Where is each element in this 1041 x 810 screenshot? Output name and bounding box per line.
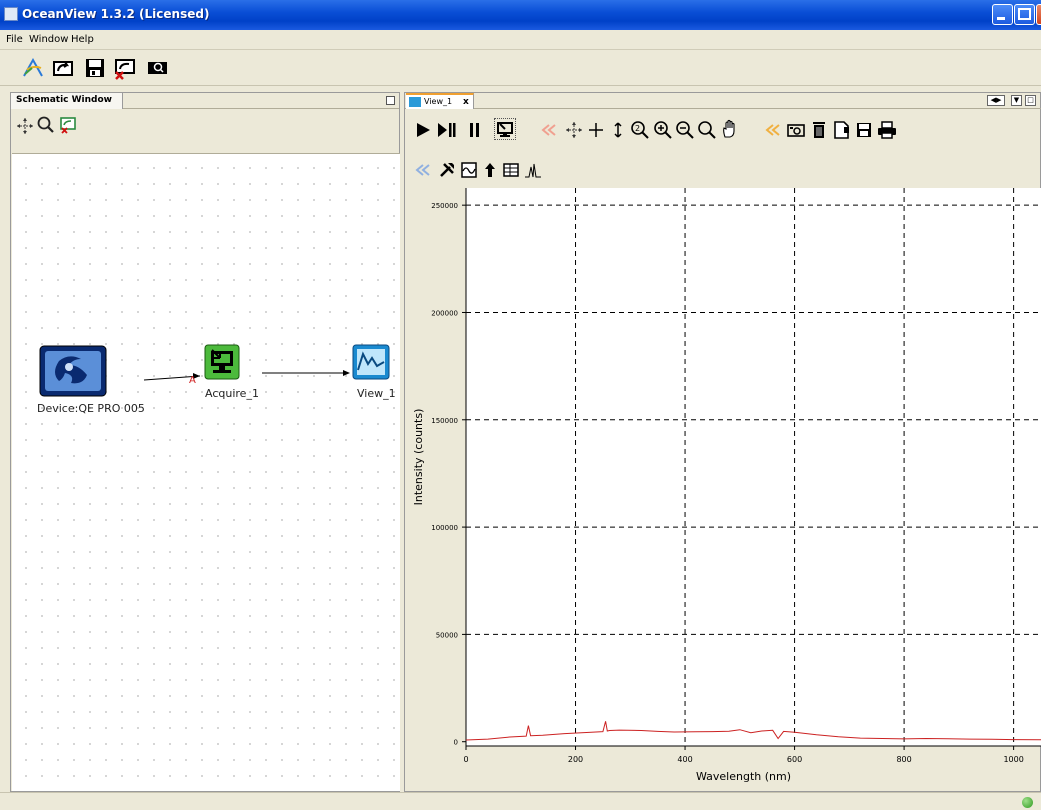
view-node[interactable] [352, 344, 390, 383]
y-tick-label: 0 [454, 739, 458, 747]
open-project-icon[interactable] [50, 55, 76, 81]
app-icon [4, 7, 18, 21]
tools-icon[interactable] [436, 159, 458, 181]
hand-pan-icon[interactable] [719, 118, 741, 140]
y-tick-label: 50000 [436, 631, 458, 639]
view-header: View_1 x ◀▶ ▼ □ [405, 93, 1041, 109]
zoom-step-icon[interactable]: 2 [629, 119, 651, 141]
x-axis-title: Wavelength (nm) [696, 770, 791, 783]
view-node-label: View_1 [357, 387, 396, 400]
tab-list-icon[interactable]: ▼ [1011, 95, 1022, 106]
menu-window[interactable]: Window [29, 34, 68, 45]
table-icon[interactable] [500, 159, 522, 181]
minimize-panel-button[interactable] [386, 96, 395, 105]
save-icon[interactable] [82, 55, 108, 81]
tab-schematic-window[interactable]: Schematic Window [11, 93, 123, 109]
zoom-out-icon[interactable] [674, 119, 696, 141]
status-bar [0, 792, 1041, 810]
y-tick-label: 100000 [431, 524, 458, 532]
plot-svg: 0 200 400 600 800 1000 0 50000 100000 150000 20000… [412, 188, 1041, 783]
collapse-left-icon[interactable] [538, 119, 560, 141]
save-graph-icon[interactable] [853, 119, 875, 141]
vertical-scale-icon[interactable] [607, 119, 629, 141]
svg-text:2: 2 [635, 124, 640, 133]
x-tick-label: 800 [896, 755, 911, 764]
plot-area [466, 188, 1041, 746]
delete-node-icon[interactable] [59, 116, 77, 137]
x-tick-label: 0 [463, 755, 468, 764]
window-title: OceanView 1.3.2 (Licensed) [22, 7, 210, 21]
device-icon [39, 345, 107, 397]
pan-icon[interactable] [585, 119, 607, 141]
x-tick-label: 600 [787, 755, 802, 764]
device-node-label: Device:QE PRO 005 [37, 402, 145, 415]
view-tab-label: View_1 [424, 97, 453, 106]
minimize-button[interactable] [992, 4, 1013, 25]
schematic-window: Schematic Window A Device:QE PRO 005 Acq… [10, 92, 400, 792]
tab-view-1[interactable]: View_1 x [406, 93, 474, 109]
x-tick-label: 200 [568, 755, 583, 764]
acquire-toggle-icon[interactable] [494, 118, 516, 140]
x-tick-label: 400 [677, 755, 692, 764]
acquire-node[interactable] [204, 344, 240, 383]
zoom-fit-icon[interactable] [696, 119, 718, 141]
zoom-icon[interactable] [37, 116, 55, 137]
schematic-header: Schematic Window [11, 93, 399, 109]
status-indicator-icon [1022, 797, 1033, 808]
print-icon[interactable] [876, 119, 898, 141]
maximize-button[interactable] [1014, 4, 1035, 25]
zoom-in-icon[interactable] [652, 119, 674, 141]
device-node[interactable] [39, 345, 107, 400]
collapse-left-blue-icon[interactable] [412, 159, 434, 181]
y-tick-label: 250000 [431, 202, 458, 210]
peak-marker-icon[interactable] [479, 159, 501, 181]
collapse-left-orange-icon[interactable] [762, 119, 784, 141]
new-project-icon[interactable] [20, 55, 46, 81]
y-axis-title: Intensity (counts) [412, 409, 425, 506]
connector-lines [143, 370, 350, 381]
acquire-node-label: Acquire_1 [205, 387, 259, 400]
menu-bar: File Window Help [0, 30, 1041, 50]
spectrum-plot[interactable]: 0 200 400 600 800 1000 0 50000 100000 150000 20000… [404, 186, 1041, 788]
y-tick-label: 200000 [431, 309, 458, 317]
close-button[interactable] [1036, 4, 1041, 25]
view-tab-icon [409, 97, 421, 107]
play-icon[interactable] [412, 119, 434, 141]
snapshot-icon[interactable] [785, 119, 807, 141]
close-tab-icon[interactable]: x [463, 97, 469, 107]
connector-label: A [189, 375, 196, 386]
y-tick-label: 150000 [431, 417, 458, 425]
trash-icon[interactable] [808, 119, 830, 141]
play-pause-icon[interactable] [436, 119, 458, 141]
acquire-icon [204, 344, 240, 380]
menu-file[interactable]: File [6, 34, 23, 45]
view-chart-icon [352, 344, 390, 380]
pause-icon[interactable] [464, 119, 486, 141]
schematic-toolbar [11, 110, 399, 150]
schematic-canvas[interactable]: A Device:QE PRO 005 Acquire_1 View_1 [12, 153, 400, 791]
spectrum-overlay-icon[interactable] [458, 159, 480, 181]
peaks-icon[interactable] [522, 159, 544, 181]
export-icon[interactable] [831, 119, 853, 141]
maximize-panel-icon[interactable]: □ [1025, 95, 1036, 106]
device-search-icon[interactable] [144, 55, 170, 81]
title-bar: OceanView 1.3.2 (Licensed) [0, 0, 1041, 30]
tab-scroll-icon[interactable]: ◀▶ [987, 95, 1005, 106]
menu-help[interactable]: Help [71, 34, 94, 45]
crosshair-icon[interactable] [563, 119, 585, 141]
close-project-icon[interactable] [112, 55, 138, 81]
x-tick-label: 1000 [1003, 755, 1023, 764]
move-icon[interactable] [16, 117, 34, 138]
